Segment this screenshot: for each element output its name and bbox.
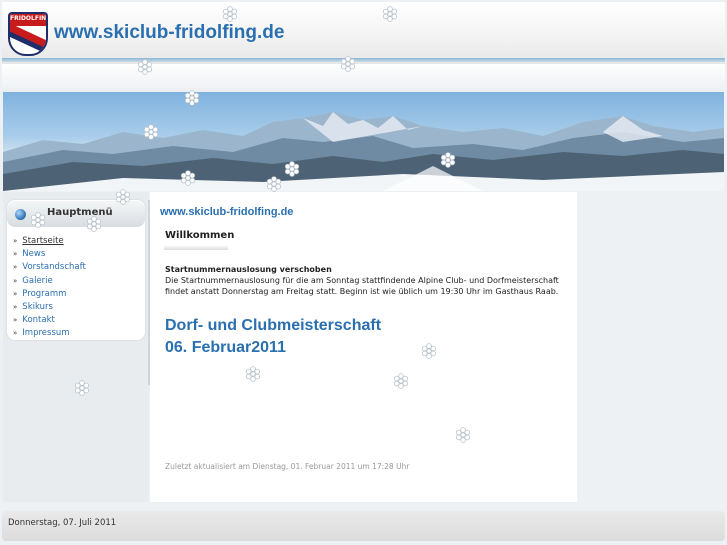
double-chevron-icon: » xyxy=(13,289,18,298)
menu-bullet-icon xyxy=(15,209,26,220)
snowflake-icon xyxy=(266,176,282,192)
snowflake-icon xyxy=(74,380,90,396)
header-gap xyxy=(2,64,725,92)
menu-item-galerie[interactable]: » Galerie xyxy=(13,276,86,289)
snowflake-icon xyxy=(115,189,131,205)
snowflake-icon xyxy=(382,6,398,22)
menu-item-startseite[interactable]: » Startseite xyxy=(13,236,86,249)
site-footer: Donnerstag, 07. Juli 2011 xyxy=(2,511,725,541)
event-heading-line2: 06. Februar2011 xyxy=(165,339,286,356)
logo-text: FRIDOLFING xyxy=(10,15,48,22)
menu-item-news[interactable]: » News xyxy=(13,249,86,262)
menu-item-programm[interactable]: » Programm xyxy=(13,289,86,302)
article-title-underline xyxy=(164,245,228,250)
snowflake-icon xyxy=(180,170,196,186)
club-logo[interactable]: FRIDOLFING xyxy=(8,12,48,56)
snowflake-icon xyxy=(30,212,46,228)
snowflake-icon xyxy=(245,366,261,382)
menu-item-skikurs[interactable]: » Skikurs xyxy=(13,302,86,315)
event-heading-line1: Dorf- und Clubmeisterschaft xyxy=(165,317,382,334)
news-body: Die Startnummernauslosung für die am Son… xyxy=(165,276,559,296)
menu-item-impressum[interactable]: » Impressum xyxy=(13,328,86,341)
double-chevron-icon: » xyxy=(13,237,18,245)
site-title[interactable]: www.skiclub-fridolfing.de xyxy=(54,22,284,44)
main-content: www.skiclub-fridolfing.de Willkommen Sta… xyxy=(150,192,577,502)
snowflake-icon xyxy=(222,6,238,22)
snowflake-icon xyxy=(440,152,456,168)
snowflake-icon xyxy=(421,343,437,359)
mountain-illustration xyxy=(3,112,724,191)
double-chevron-icon: » xyxy=(13,250,18,259)
site-header: FRIDOLFING www.skiclub-fridolfing.de xyxy=(2,2,725,64)
snowflake-icon xyxy=(393,373,409,389)
snowflake-icon xyxy=(284,161,300,177)
double-chevron-icon: » xyxy=(13,302,18,311)
content-site-link[interactable]: www.skiclub-fridolfing.de xyxy=(160,206,293,218)
snowflake-icon xyxy=(137,59,153,75)
main-menu-title: Hauptmenü xyxy=(47,207,113,218)
sidebar: Hauptmenü » Startseite » News » Vorstandsch… xyxy=(3,192,151,502)
news-headline: Startnummernauslosung verschoben xyxy=(165,265,332,274)
main-menu-list: » Startseite » News » Vorstandschaft » Galer… xyxy=(13,236,86,342)
double-chevron-icon: » xyxy=(13,316,18,325)
snowflake-icon xyxy=(340,56,356,72)
double-chevron-icon: » xyxy=(13,263,18,272)
mountain-banner xyxy=(3,92,724,191)
snowflake-icon xyxy=(86,216,102,232)
header-divider xyxy=(2,58,725,62)
snowflake-icon xyxy=(455,427,471,443)
menu-item-vorstandschaft[interactable]: » Vorstandschaft xyxy=(13,262,86,275)
menu-item-kontakt[interactable]: » Kontakt xyxy=(13,315,86,328)
right-column xyxy=(578,192,725,502)
last-updated: Zuletzt aktualisiert am Dienstag, 01. Fe… xyxy=(165,462,410,471)
double-chevron-icon: » xyxy=(13,276,18,285)
article-title: Willkommen xyxy=(165,230,235,241)
event-heading: Dorf- und Clubmeisterschaft 06. Februar2… xyxy=(165,315,381,359)
snowflake-icon xyxy=(143,124,159,140)
snowflake-icon xyxy=(184,90,200,106)
footer-date: Donnerstag, 07. Juli 2011 xyxy=(8,518,117,528)
double-chevron-icon: » xyxy=(13,329,18,338)
